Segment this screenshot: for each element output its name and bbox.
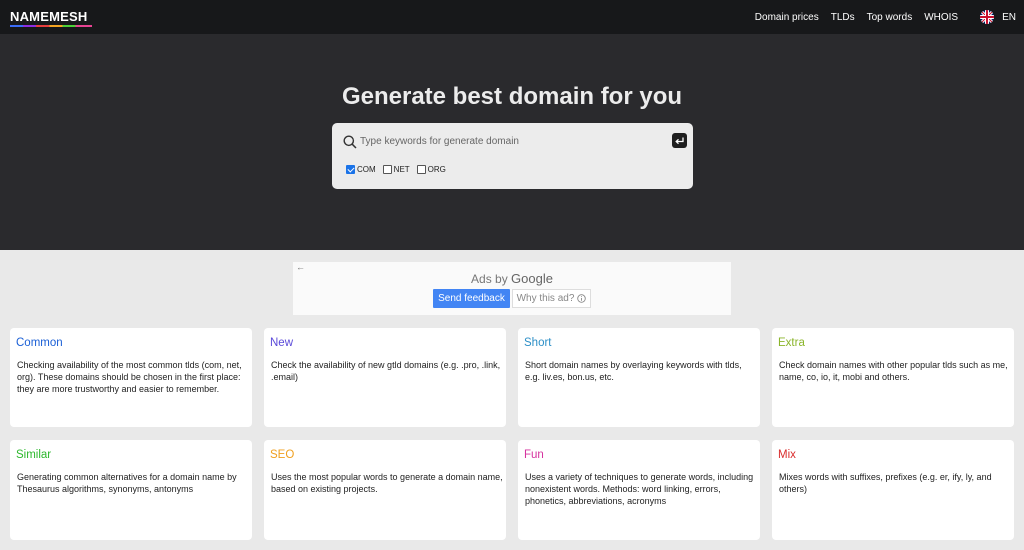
tld-label: ORG: [427, 165, 446, 174]
card-title: Similar: [16, 449, 52, 461]
search-icon: [343, 135, 357, 149]
card-description: Generating common alternatives for a dom…: [17, 472, 237, 494]
card-description: Uses a variety of techniques to generate…: [525, 472, 754, 506]
search-panel: COM NET ORG: [332, 123, 693, 189]
checkbox-unchecked[interactable]: [416, 165, 426, 174]
card-fun[interactable]: Fun Uses a variety of techniques to gene…: [518, 440, 760, 540]
card-title: Short: [524, 337, 552, 349]
card-description: Mixes words with suffixes, prefixes (e.g…: [779, 472, 992, 494]
nav-links: Domain prices TLDs Top words WHOIS EN: [743, 0, 1016, 34]
card-title: Extra: [778, 337, 805, 349]
checkbox-checked[interactable]: [346, 165, 355, 174]
tld-label: NET: [393, 165, 410, 174]
card-description: Short domain names by overlaying keyword…: [525, 360, 742, 382]
nav-link-tlds[interactable]: TLDs: [831, 12, 855, 23]
language-selector[interactable]: EN: [980, 10, 1016, 24]
card-description: Check domain names with other popular tl…: [779, 360, 1008, 382]
tld-options: COM NET ORG: [346, 165, 453, 174]
card-short[interactable]: Short Short domain names by overlaying k…: [518, 328, 760, 427]
card-new[interactable]: New Check the availability of new gtld d…: [264, 328, 506, 427]
search-input[interactable]: [360, 130, 660, 152]
card-description: Check the availability of new gtld domai…: [271, 360, 501, 382]
hero-section: Generate best domain for you COM NET: [0, 34, 1024, 250]
tld-checkbox-org[interactable]: ORG: [416, 165, 446, 174]
ad-banner: ← Ads by Google Send feedback Why this a…: [293, 262, 731, 315]
submit-button[interactable]: [672, 133, 687, 148]
tld-checkbox-com[interactable]: COM: [346, 165, 376, 174]
page-title: Generate best domain for you: [341, 83, 683, 110]
card-similar[interactable]: Similar Generating common alternatives f…: [10, 440, 252, 540]
card-mix[interactable]: Mix Mixes words with suffixes, prefixes …: [772, 440, 1014, 540]
tld-checkbox-net[interactable]: NET: [382, 165, 410, 174]
info-icon: [577, 294, 587, 303]
uk-flag-icon: [980, 10, 995, 24]
card-description: Uses the most popular words to generate …: [271, 472, 503, 494]
logo-rainbow-bar: [10, 25, 92, 27]
enter-icon: [675, 137, 684, 144]
card-extra[interactable]: Extra Check domain names with other popu…: [772, 328, 1014, 427]
card-title: Mix: [778, 449, 796, 461]
nav-link-domain-prices[interactable]: Domain prices: [755, 12, 819, 23]
language-label: EN: [1002, 11, 1016, 23]
top-navbar: NAMEMESH Domain prices TLDs Top words WH…: [0, 0, 1024, 34]
logo[interactable]: NAMEMESH: [10, 9, 87, 24]
card-title: Fun: [524, 449, 544, 461]
why-this-ad-label: Why this ad?: [516, 293, 575, 304]
card-title: New: [270, 337, 294, 349]
ads-by-google: Ads by Google: [293, 271, 731, 286]
card-title: SEO: [270, 449, 295, 461]
card-description: Checking availability of the most common…: [17, 360, 242, 394]
why-this-ad-button[interactable]: Why this ad?: [512, 289, 591, 308]
google-label: Google: [511, 271, 553, 286]
tld-label: COM: [357, 165, 376, 174]
ads-by-label: Ads by: [471, 272, 508, 286]
nav-link-top-words[interactable]: Top words: [867, 12, 913, 23]
nav-link-whois[interactable]: WHOIS: [924, 12, 958, 23]
send-feedback-button[interactable]: Send feedback: [433, 289, 510, 308]
card-seo[interactable]: SEO Uses the most popular words to gener…: [264, 440, 506, 540]
card-common[interactable]: Common Checking availability of the most…: [10, 328, 252, 427]
card-title: Common: [16, 337, 63, 349]
checkbox-unchecked[interactable]: [382, 165, 392, 174]
